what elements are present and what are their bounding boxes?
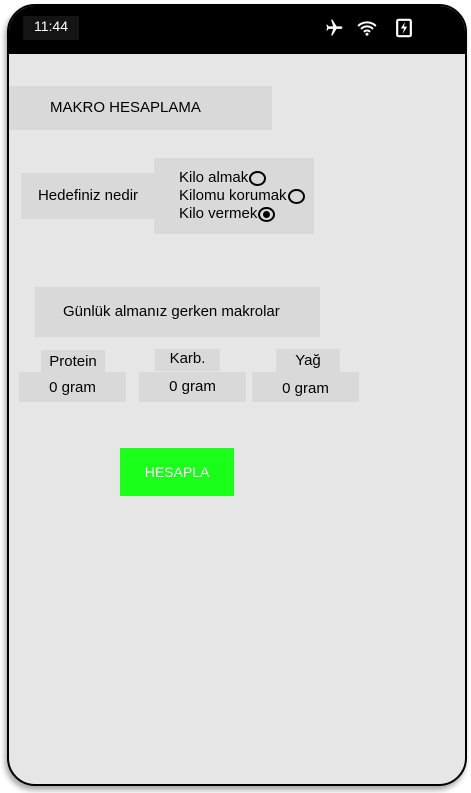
page-title: MAKRO HESAPLAMA <box>9 86 272 130</box>
goal-label: Hedefiniz nedir <box>21 173 155 219</box>
fat-value: 0 gram <box>252 372 359 402</box>
phone-frame: 11:44 MAKRO HESAPLAMA Hedefiniz nedir Ki… <box>7 4 467 786</box>
macros-heading: Günlük almanız gerken makrolar <box>35 287 320 337</box>
goal-option-maintain[interactable]: Kilomu korumak <box>179 187 305 205</box>
status-time: 11:44 <box>23 16 79 40</box>
goal-option-gain[interactable]: Kilo almak <box>179 169 267 187</box>
fat-label: Yağ <box>276 349 340 374</box>
protein-value: 0 gram <box>19 372 126 402</box>
status-bar: 11:44 <box>9 6 465 54</box>
wifi-icon <box>357 21 377 36</box>
goal-option-gain-label: Kilo almak <box>179 169 249 186</box>
radio-lose[interactable] <box>258 206 276 222</box>
carbs-value: 0 gram <box>139 372 246 402</box>
protein-label: Protein <box>41 350 105 374</box>
goal-option-lose[interactable]: Kilo vermek <box>179 205 276 223</box>
goal-options: Kilo almak Kilomu korumak Kilo vermek <box>154 158 314 234</box>
radio-gain[interactable] <box>249 170 267 186</box>
battery-charging-icon <box>396 18 412 38</box>
radio-maintain[interactable] <box>287 188 305 204</box>
goal-option-maintain-label: Kilomu korumak <box>179 187 287 204</box>
goal-option-lose-label: Kilo vermek <box>179 205 258 222</box>
airplane-icon <box>326 19 343 36</box>
calculate-button[interactable]: HESAPLA <box>120 448 234 496</box>
carbs-label: Karb. <box>155 349 220 371</box>
